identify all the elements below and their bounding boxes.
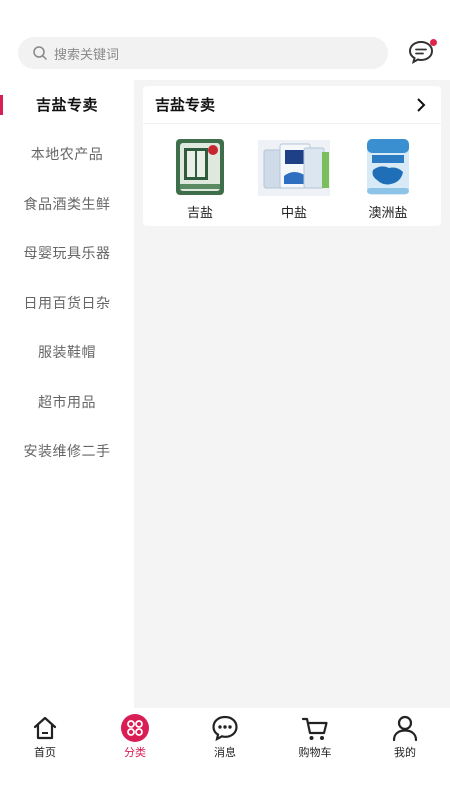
product-item-jiyan[interactable]: 吉盐 [161, 134, 239, 221]
tab-cart[interactable]: 购物车 [270, 708, 360, 764]
sidebar-item-label: 日用百货日杂 [23, 294, 111, 311]
sidebar-item-supermarket[interactable]: 超市用品 [0, 377, 134, 427]
product-name: 吉盐 [186, 205, 213, 220]
notification-dot [430, 39, 437, 46]
sidebar-item-label: 吉盐专卖 [35, 97, 98, 115]
search-bar[interactable]: 搜索关键词 [18, 37, 388, 69]
cart-icon [301, 717, 328, 740]
product-name: 澳洲盐 [368, 205, 408, 220]
product-item-zhongyan[interactable]: 中盐 [255, 134, 333, 221]
sidebar-item-label: 食品酒类生鲜 [23, 195, 111, 212]
category-title: 吉盐专卖 [155, 97, 216, 114]
salt-bag-green-image [162, 134, 238, 198]
profile-icon [392, 715, 418, 742]
product-name: 中盐 [280, 205, 307, 220]
sidebar-item-food-drinks[interactable]: 食品酒类生鲜 [0, 179, 134, 229]
tab-label: 首页 [34, 747, 56, 759]
search-input[interactable]: 搜索关键词 [54, 44, 119, 63]
tab-label: 消息 [214, 747, 236, 759]
sidebar-item-clothing[interactable]: 服装鞋帽 [0, 328, 134, 378]
category-card: 吉盐专卖 吉盐 中盐 澳洲盐 [143, 86, 441, 226]
chevron-right-icon[interactable] [415, 97, 427, 112]
bottom-safe-area [0, 764, 450, 800]
category-card-header[interactable]: 吉盐专卖 [143, 86, 441, 124]
tab-profile[interactable]: 我的 [360, 708, 450, 764]
category-sidebar: 吉盐专卖 本地农产品 食品酒类生鲜 母婴玩具乐器 日用百货日杂 服装鞋帽 超市用… [0, 80, 134, 708]
sidebar-item-label: 本地农产品 [30, 146, 104, 163]
tab-category[interactable]: 分类 [90, 708, 180, 764]
sidebar-item-local-produce[interactable]: 本地农产品 [0, 130, 134, 180]
message-icon [212, 715, 238, 742]
tab-label: 我的 [394, 747, 416, 759]
product-grid: 吉盐 中盐 澳洲盐 [143, 124, 441, 221]
search-icon [33, 46, 47, 60]
salt-pack-blue-image [256, 134, 332, 198]
sidebar-item-jiyan[interactable]: 吉盐专卖 [0, 80, 134, 130]
sidebar-item-label: 安装维修二手 [23, 443, 111, 460]
category-icon [121, 714, 149, 742]
product-item-australian-salt[interactable]: 澳洲盐 [349, 134, 427, 221]
home-icon [33, 716, 57, 740]
tab-label: 分类 [124, 747, 146, 759]
sidebar-item-repair-secondhand[interactable]: 安装维修二手 [0, 427, 134, 477]
sidebar-item-label: 服装鞋帽 [38, 344, 96, 361]
sidebar-item-label: 超市用品 [38, 393, 96, 410]
tab-home[interactable]: 首页 [0, 708, 90, 764]
message-button[interactable] [408, 39, 437, 66]
sidebar-item-daily-goods[interactable]: 日用百货日杂 [0, 278, 134, 328]
category-content: 吉盐专卖 吉盐 中盐 澳洲盐 [134, 80, 450, 708]
tab-messages[interactable]: 消息 [180, 708, 270, 764]
bottom-tab-bar: 首页 分类 消息 购物车 我的 [0, 708, 450, 764]
tab-label: 购物车 [298, 747, 332, 759]
sidebar-item-label: 母婴玩具乐器 [23, 245, 111, 262]
salt-bag-blue-image [350, 134, 426, 198]
sidebar-item-baby-toys[interactable]: 母婴玩具乐器 [0, 229, 134, 279]
